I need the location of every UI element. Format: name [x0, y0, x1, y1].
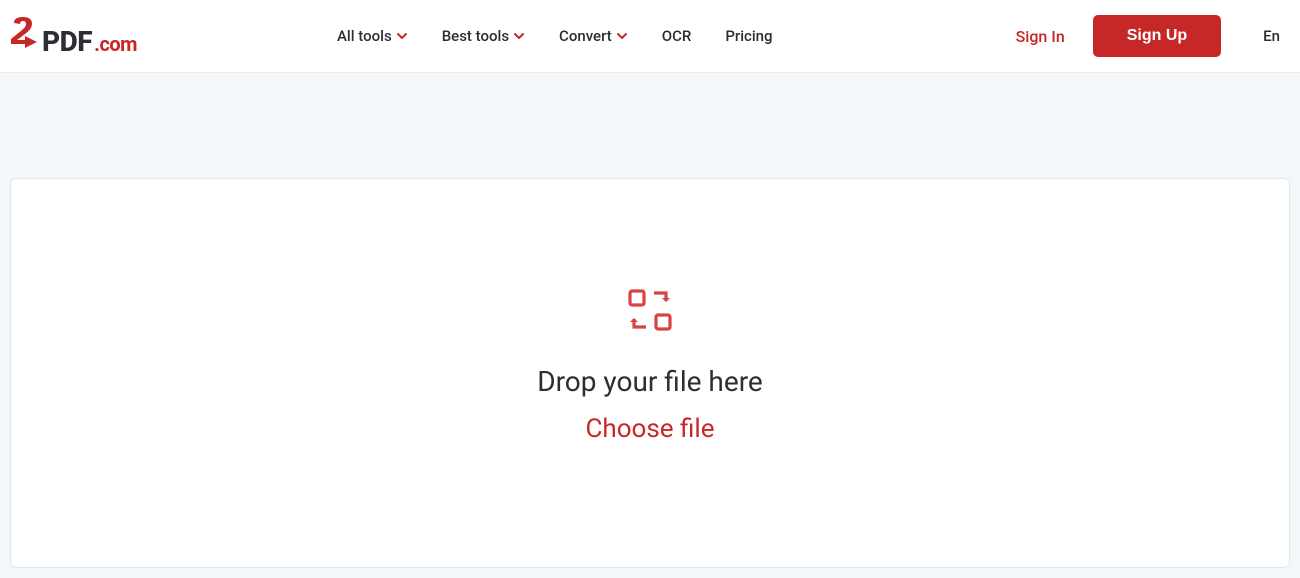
choose-file-link[interactable]: Choose file [585, 414, 714, 444]
signup-button[interactable]: Sign Up [1093, 15, 1221, 57]
logo-two-arrow-icon [10, 15, 40, 51]
nav-best-tools-label: Best tools [442, 27, 509, 45]
logo[interactable]: PDF .com [10, 15, 137, 58]
chevron-down-icon [616, 30, 628, 42]
nav-pricing[interactable]: Pricing [725, 27, 772, 45]
nav-convert-label: Convert [559, 27, 612, 45]
nav-pricing-label: Pricing [725, 27, 772, 45]
main-nav: All tools Best tools Convert OCR Pricing [337, 27, 773, 45]
swap-convert-icon [628, 289, 672, 335]
chevron-down-icon [396, 30, 408, 42]
file-dropzone[interactable]: Drop your file here Choose file [10, 178, 1290, 568]
nav-all-tools-label: All tools [337, 27, 392, 45]
header-right: Sign In Sign Up En [1016, 15, 1280, 57]
language-selector[interactable]: En [1263, 27, 1280, 45]
logo-pdf-text: PDF [42, 25, 92, 58]
main-content: Drop your file here Choose file [0, 73, 1300, 578]
chevron-down-icon [513, 30, 525, 42]
nav-ocr[interactable]: OCR [662, 27, 692, 45]
signin-link[interactable]: Sign In [1016, 27, 1065, 46]
logo-com-text: .com [94, 32, 137, 56]
nav-best-tools[interactable]: Best tools [442, 27, 525, 45]
nav-convert[interactable]: Convert [559, 27, 628, 45]
nav-ocr-label: OCR [662, 27, 692, 45]
drop-text: Drop your file here [537, 365, 763, 398]
header: PDF .com All tools Best tools Convert OC… [0, 0, 1300, 73]
nav-all-tools[interactable]: All tools [337, 27, 408, 45]
